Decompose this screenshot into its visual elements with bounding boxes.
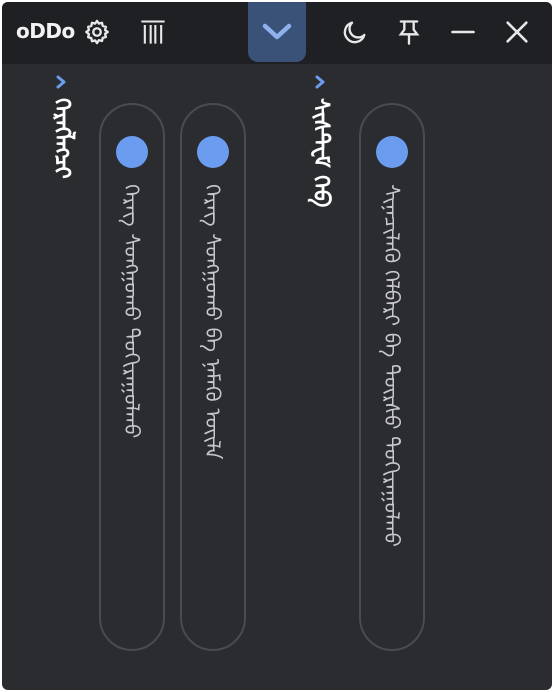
- status-dot: [116, 136, 148, 168]
- close-icon[interactable]: [502, 17, 532, 47]
- list-item-label: ᠬᠡᠷᠡᠭ ᠰᠣᠩᠭᠣᠬᠤ ᠪᠠ ᠨᠡᠮᠡᠬᠦ ᠦᠢᠯᠡ: [200, 184, 225, 460]
- list-item[interactable]: ᠬᠡᠷᠡᠭ ᠰᠣᠩᠭᠣᠬᠤ ᠲᠣᠬᠢᠷᠠᠭᠤᠯᠬᠤ: [99, 103, 165, 651]
- group-header-system[interactable]: ᠰᠢᠰᠲ᠋ᠧᠮ ᠬᠡᠪ: [300, 74, 340, 207]
- columns-icon[interactable]: [138, 17, 168, 47]
- list-item[interactable]: ᠰᠢᠨᠡᠴᠢᠯᠡᠬᠦ ᠬᠡᠯᠪᠡᠷᠢ ᠪᠠ ᠳᠦᠷᠰᠦ ᠲᠣᠬᠢᠷᠠᠭᠤᠯᠬᠤ: [359, 103, 425, 651]
- status-dot: [197, 136, 229, 168]
- app-logo: oDDo: [16, 19, 75, 43]
- chevron-right-icon[interactable]: [313, 74, 327, 90]
- group-title: ᠰᠢᠰᠲ᠋ᠧᠮ ᠬᠡᠪ: [308, 98, 333, 208]
- chevron-right-icon[interactable]: [54, 74, 68, 90]
- pin-icon[interactable]: [394, 17, 424, 47]
- collapse-button[interactable]: [248, 2, 306, 62]
- group-title: ᠬᠡᠷᠡᠭᠯᠡᠭᠴᠢ: [49, 98, 74, 179]
- list-item[interactable]: ᠬᠡᠷᠡᠭ ᠰᠣᠩᠭᠣᠬᠤ ᠪᠠ ᠨᠡᠮᠡᠬᠦ ᠦᠢᠯᠡ: [180, 103, 246, 651]
- minimize-icon[interactable]: [448, 17, 478, 47]
- chevron-down-icon: [262, 23, 292, 40]
- moon-icon[interactable]: [340, 17, 370, 47]
- group-header-user[interactable]: ᠬᠡᠷᠡᠭᠯᠡᠭᠴᠢ: [41, 74, 81, 179]
- gear-icon[interactable]: [82, 17, 112, 47]
- list-item-label: ᠬᠡᠷᠡᠭ ᠰᠣᠩᠭᠣᠬᠤ ᠲᠣᠬᠢᠷᠠᠭᠤᠯᠬᠤ: [119, 184, 144, 439]
- status-dot: [376, 136, 408, 168]
- app-window: oDDo ᠬᠡᠷᠡᠭᠯᠡᠭᠴᠢ ᠬᠡᠷᠡᠭ ᠰᠣᠩᠭᠣᠬᠤ ᠲᠣᠬᠢᠷᠠᠭᠤᠯᠬ…: [2, 2, 552, 690]
- list-item-label: ᠰᠢᠨᠡᠴᠢᠯᠡᠬᠦ ᠬᠡᠯᠪᠡᠷᠢ ᠪᠠ ᠳᠦᠷᠰᠦ ᠲᠣᠬᠢᠷᠠᠭᠤᠯᠬᠤ: [379, 184, 404, 547]
- title-bar[interactable]: oDDo: [2, 2, 552, 64]
